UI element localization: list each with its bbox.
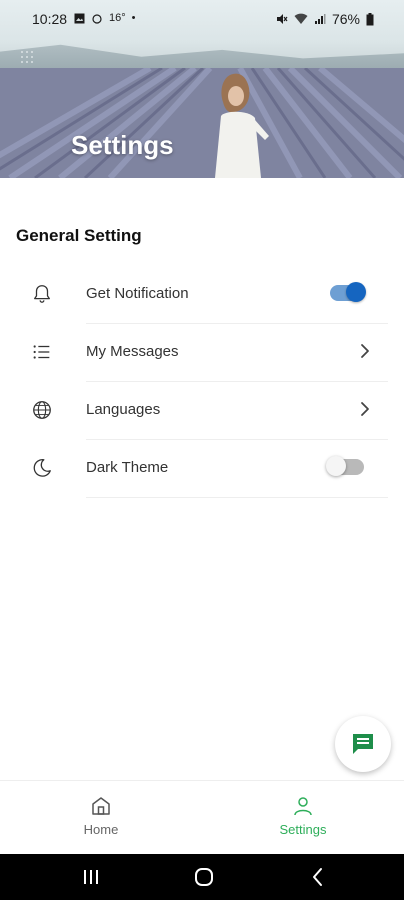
home-icon (92, 797, 110, 815)
temperature-text: 16° (109, 12, 126, 24)
system-navigation-bar (0, 854, 404, 900)
setting-row-dark-theme[interactable]: Dark Theme (0, 440, 404, 498)
nav-home[interactable]: Home (51, 795, 151, 839)
weather-icon (92, 13, 102, 24)
battery-icon (366, 12, 374, 25)
notification-toggle[interactable] (330, 282, 366, 302)
nav-settings-label: Settings (279, 822, 327, 837)
moon-icon (33, 459, 51, 477)
bottom-navigation: Home Settings (0, 780, 404, 854)
chat-fab-button[interactable] (335, 716, 391, 772)
chevron-right-icon[interactable] (358, 342, 372, 360)
setting-label: Get Notification (86, 285, 189, 302)
setting-row-languages[interactable]: Languages (0, 382, 404, 440)
toggle-knob (346, 282, 366, 302)
recents-icon[interactable] (80, 866, 102, 888)
status-bar: 10:28 16° • 76% (0, 0, 404, 38)
setting-label: Languages (86, 401, 161, 418)
nav-settings[interactable]: Settings (253, 795, 353, 839)
settings-list: Get Notification My Messages Languages D… (0, 266, 404, 498)
setting-row-notification[interactable]: Get Notification (0, 266, 404, 324)
dark-theme-toggle[interactable] (326, 456, 364, 476)
mute-icon (276, 14, 288, 24)
chevron-right-icon[interactable] (358, 400, 372, 418)
app-grid-icon (21, 51, 33, 63)
section-title: General Setting (16, 226, 142, 245)
globe-icon (33, 401, 51, 419)
gallery-icon (74, 13, 85, 23)
wifi-icon (294, 13, 308, 24)
setting-row-messages[interactable]: My Messages (0, 324, 404, 382)
nav-home-label: Home (83, 822, 119, 837)
battery-percent: 76% (331, 11, 360, 27)
list-icon (33, 345, 50, 359)
toggle-knob (326, 456, 346, 476)
message-icon (353, 734, 373, 754)
setting-label: Dark Theme (86, 459, 169, 476)
page-title: Settings (71, 130, 174, 160)
back-icon[interactable] (307, 866, 329, 888)
status-time: 10:28 (32, 11, 68, 27)
woman-photo (215, 73, 269, 178)
notification-dot: • (131, 12, 136, 24)
setting-label: My Messages (86, 343, 179, 360)
signal-icon (314, 14, 326, 24)
home-circle-icon[interactable] (193, 866, 215, 888)
lavender-field-image (0, 68, 404, 178)
divider (86, 497, 388, 498)
bell-icon (34, 285, 50, 303)
user-icon (294, 797, 312, 816)
